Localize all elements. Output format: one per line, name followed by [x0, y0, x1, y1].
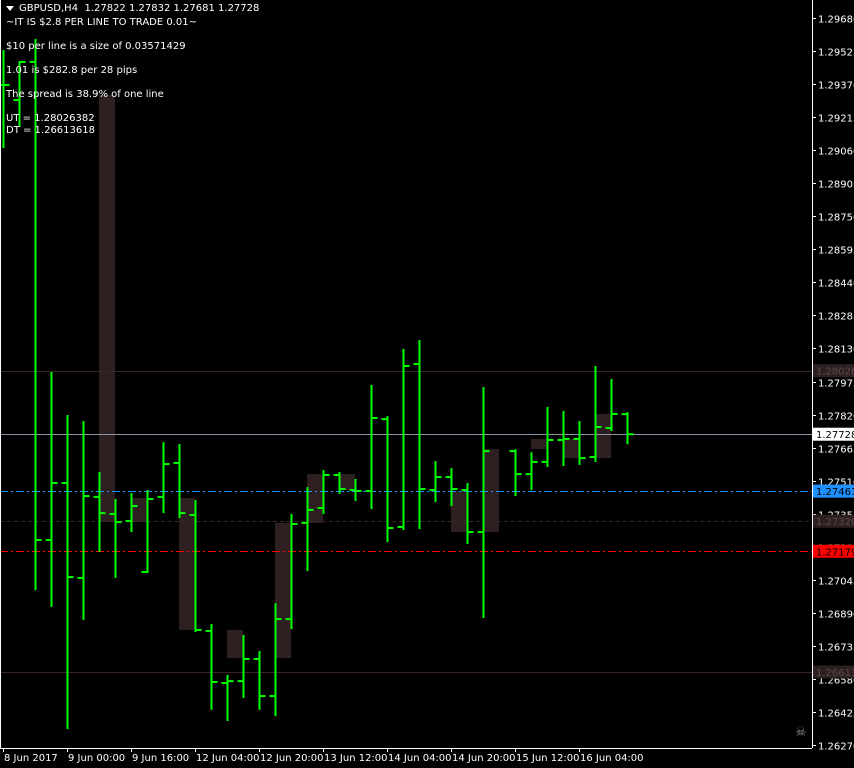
indicator-boxes	[99, 94, 611, 659]
skull-icon: ☠	[795, 725, 807, 740]
x-tick-label: 13 Jun 12:00	[324, 753, 388, 764]
y-tick-label: 1.28285	[818, 312, 854, 323]
indicator-box	[179, 497, 195, 630]
y-tick-label: 1.26270	[818, 742, 854, 753]
info-line-ut: UT = 1.28026382	[6, 113, 95, 124]
y-tick-label: 1.27665	[818, 445, 854, 456]
level-lines	[0, 371, 812, 673]
x-tick-label: 12 Jun 04:00	[196, 753, 260, 764]
y-tick-label: 1.26735	[818, 643, 854, 654]
x-tick-label: 15 Jun 12:00	[516, 753, 580, 764]
indicator-box	[483, 449, 499, 533]
indicator-box	[131, 497, 147, 523]
x-tick-label: 12 Jun 20:00	[260, 753, 324, 764]
y-tick-label: 1.28440	[818, 279, 854, 290]
ohlc-readout: 1.27822 1.27832 1.27681 1.27728	[84, 3, 260, 14]
y-tick-label: 1.26890	[818, 610, 854, 621]
y-tick-label: 1.27975	[818, 379, 854, 390]
ohlc-bars	[0, 38, 634, 730]
x-tick-label: 8 Jun 2017	[4, 753, 58, 764]
y-tick-label: 1.27820	[818, 412, 854, 423]
x-tick-label: 14 Jun 04:00	[388, 753, 452, 764]
mid-line-label: 1.27320	[816, 517, 854, 528]
y-tick-label: 1.28130	[818, 345, 854, 356]
indicator-box	[227, 629, 243, 659]
axes: 1.29680 1.29525 1.29370 1.29215 1.29060 1.289…	[0, 0, 854, 764]
chart-header: GBPUSD,H4 1.27822 1.27832 1.27681 1.2772…	[6, 3, 259, 14]
red-line-label: 1.27179	[816, 547, 854, 558]
indicator-box	[451, 490, 467, 533]
x-tick-label: 14 Jun 20:00	[452, 753, 516, 764]
symbol-timeframe: GBPUSD,H4	[19, 3, 79, 14]
price-chart[interactable]: 1.29680 1.29525 1.29370 1.29215 1.29060 1.289…	[0, 0, 854, 768]
y-tick-label: 1.28750	[818, 213, 854, 224]
blue-line-label: 1.27461	[816, 487, 854, 498]
indicator-box	[563, 438, 579, 459]
info-line-title: ~IT IS $2.8 PER LINE TO TRADE 0.01~	[6, 17, 198, 28]
indicator-box	[339, 474, 355, 491]
y-tick-label: 1.28595	[818, 246, 854, 257]
x-tick-label: 9 Jun 16:00	[132, 753, 189, 764]
x-tick-label: 16 Jun 04:00	[580, 753, 644, 764]
indicator-box	[595, 413, 611, 459]
indicator-box	[531, 438, 547, 450]
dt-line-label: 1.26613	[816, 668, 854, 679]
y-tick-label: 1.27045	[818, 577, 854, 588]
y-tick-label: 1.29060	[818, 147, 854, 158]
bid-line-label: 1.27728	[816, 430, 854, 441]
indicator-box	[99, 94, 115, 523]
indicator-box	[275, 522, 291, 659]
y-tick-label: 1.29525	[818, 48, 854, 59]
indicator-box	[307, 474, 323, 523]
info-line-spread: The spread is 38.9% of one line	[6, 89, 164, 100]
y-tick-label: 1.29680	[818, 15, 854, 26]
y-tick-label: 1.28905	[818, 180, 854, 191]
y-tick-label: 1.29370	[818, 81, 854, 92]
ut-line-label: 1.28026	[816, 367, 854, 378]
info-line-dt: DT = 1.26613618	[6, 125, 95, 136]
info-line-pips: 1.01 is $282.8 per 28 pips	[6, 65, 138, 76]
y-tick-label: 1.26425	[818, 709, 854, 720]
triangle-down-icon[interactable]	[6, 5, 14, 11]
x-tick-label: 9 Jun 00:00	[68, 753, 125, 764]
info-line-size: $10 per line is a size of 0.03571429	[6, 41, 186, 52]
y-tick-label: 1.29215	[818, 114, 854, 125]
